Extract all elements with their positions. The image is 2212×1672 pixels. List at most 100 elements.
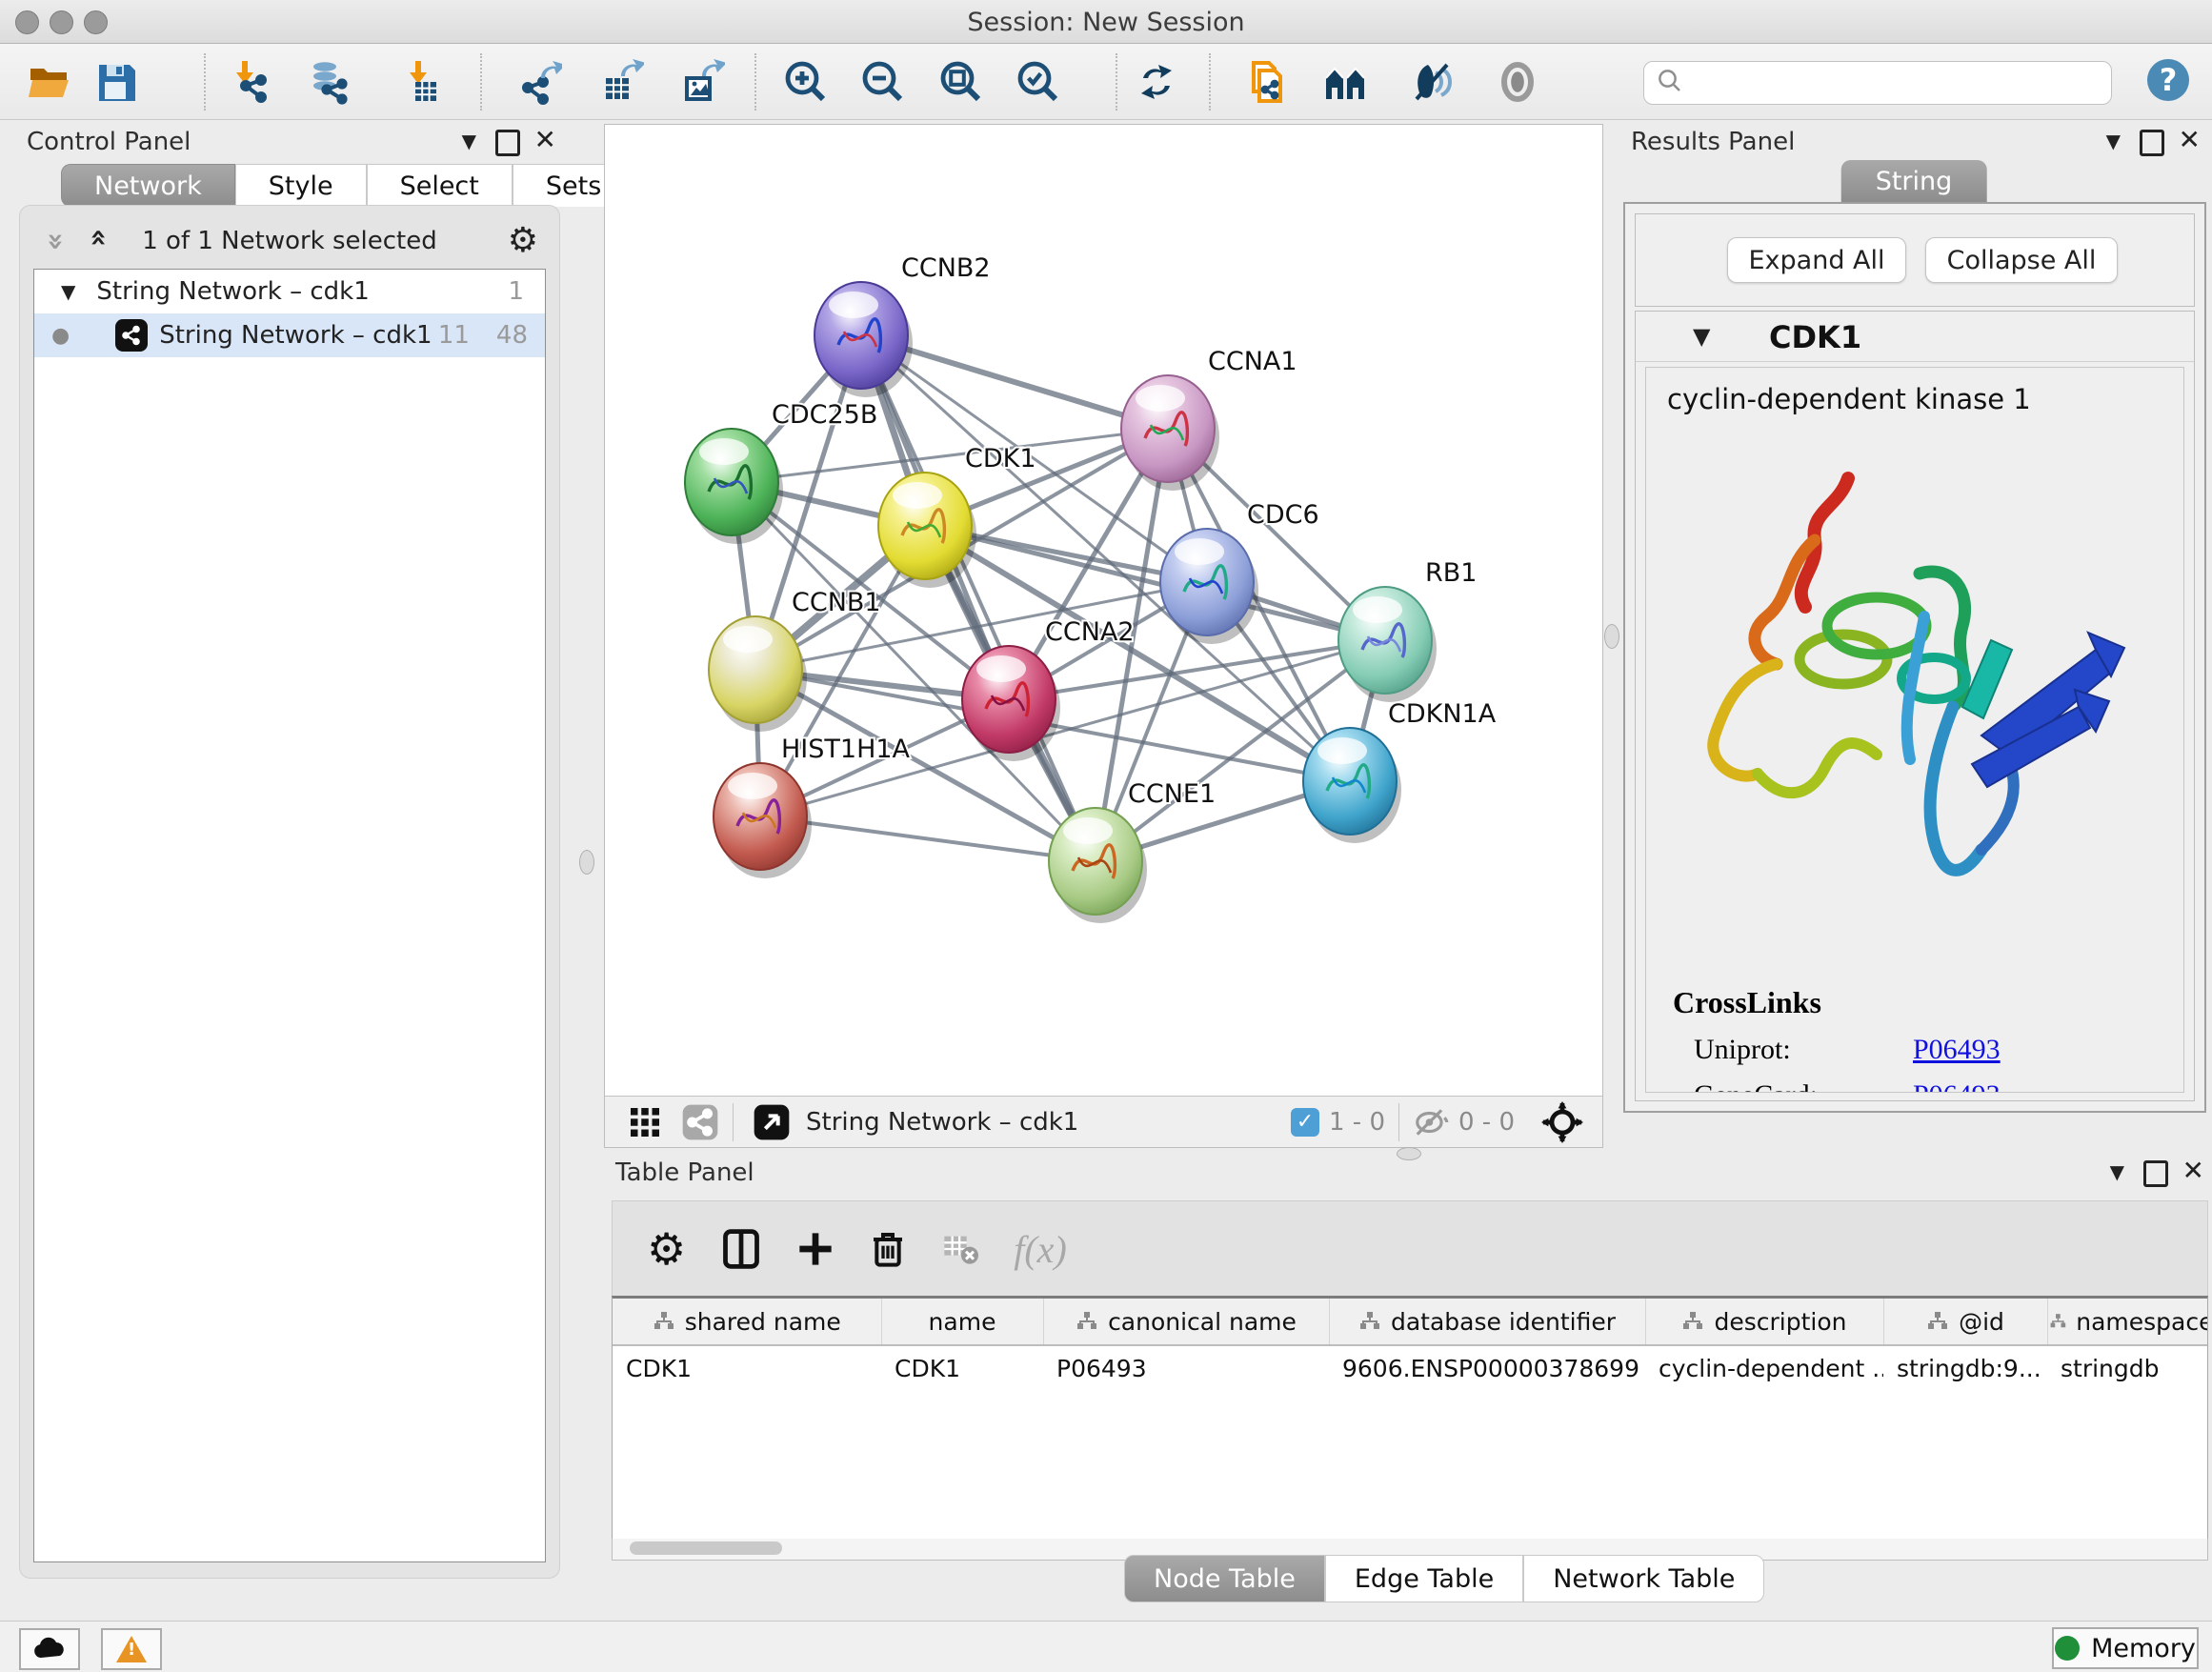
hide-unhide-icon[interactable]: [1409, 59, 1455, 105]
network-node-ccnb2[interactable]: CCNB2: [814, 253, 991, 397]
column-header-id[interactable]: @id: [1883, 1299, 2047, 1345]
panel-close-icon[interactable]: ✕: [2182, 1155, 2204, 1186]
network-row[interactable]: ● String Network – cdk1 11 48: [34, 313, 545, 357]
export-table-icon[interactable]: [598, 59, 644, 105]
tab-string[interactable]: String: [1841, 160, 1987, 202]
zoom-out-icon[interactable]: [860, 59, 906, 105]
crosslink-row: GeneCard: P06493: [1673, 1079, 2184, 1093]
export-network-icon[interactable]: [516, 59, 562, 105]
tab-style[interactable]: Style: [235, 164, 367, 207]
hidden-eye-slash-icon[interactable]: [1413, 1104, 1449, 1140]
splitter-handle[interactable]: [1604, 624, 1619, 649]
tab-select[interactable]: Select: [367, 164, 513, 207]
collection-expand-icon[interactable]: ▼: [61, 280, 75, 303]
network-node-hist1h1a[interactable]: HIST1H1A: [714, 735, 911, 878]
network-node-cdc6[interactable]: CDC6: [1160, 500, 1319, 644]
network-node-rb1[interactable]: RB1: [1338, 558, 1477, 702]
section-collapse-icon[interactable]: ▼: [1693, 323, 1710, 350]
node-table[interactable]: shared name name canonical name database…: [612, 1296, 2208, 1543]
search-input[interactable]: [1643, 61, 2112, 105]
toolbar-separator: [1398, 1103, 1399, 1141]
cloud-status-button[interactable]: [19, 1628, 80, 1670]
panel-menu-icon[interactable]: ▼: [462, 130, 476, 152]
cell-shared-name[interactable]: CDK1: [613, 1345, 881, 1390]
network-edge[interactable]: [861, 335, 1096, 861]
node-result-header[interactable]: ▼ CDK1: [1636, 312, 2194, 362]
expand-all-button[interactable]: Expand All: [1727, 237, 1906, 283]
import-network-database-icon[interactable]: [306, 59, 352, 105]
splitter-handle[interactable]: [579, 850, 594, 875]
refresh-layout-icon[interactable]: [1134, 59, 1179, 105]
panel-float-icon[interactable]: [495, 130, 520, 162]
cell-canonical-name[interactable]: P06493: [1043, 1345, 1329, 1390]
import-table-icon[interactable]: [398, 59, 444, 105]
crosslink-label: GeneCard:: [1694, 1079, 1913, 1093]
warnings-button[interactable]: [101, 1628, 162, 1670]
string-app-icon[interactable]: [1322, 59, 1368, 105]
panel-close-icon[interactable]: ✕: [2179, 124, 2201, 155]
import-network-file-icon[interactable]: [229, 59, 274, 105]
grid-view-icon[interactable]: [628, 1105, 662, 1139]
panel-float-icon[interactable]: [2143, 1160, 2168, 1193]
birds-eye-view-icon[interactable]: [753, 1103, 791, 1141]
panel-close-icon[interactable]: ✕: [534, 124, 556, 155]
function-builder-icon[interactable]: f(x): [1014, 1227, 1067, 1272]
memory-button[interactable]: Memory: [2052, 1627, 2199, 1669]
panel-float-icon[interactable]: [2140, 130, 2164, 162]
create-column-plus-icon[interactable]: [796, 1230, 835, 1268]
network-node-ccne1[interactable]: CCNE1: [1049, 779, 1216, 923]
column-header-name[interactable]: name: [881, 1299, 1043, 1345]
column-header-description[interactable]: description: [1645, 1299, 1883, 1345]
node-label-rb1: RB1: [1425, 558, 1477, 588]
gray-eye-icon[interactable]: [1495, 59, 1540, 105]
hidden-nodes-edges-count: 0 - 0: [1458, 1108, 1515, 1137]
network-view-panel: CCNB2CCNA1CDC25BCDK1CDC6RB1CCNB1CCNA2CDK…: [604, 124, 1603, 1148]
save-session-icon[interactable]: [93, 59, 139, 105]
tab-network[interactable]: Network: [61, 164, 235, 207]
table-options-gear-icon[interactable]: ⚙: [647, 1223, 686, 1275]
cell-namespace[interactable]: stringdb: [2047, 1345, 2208, 1390]
open-session-icon[interactable]: [27, 59, 72, 105]
network-view-share-icon[interactable]: [681, 1103, 719, 1141]
tab-node-table[interactable]: Node Table: [1124, 1555, 1325, 1602]
scrollbar-thumb[interactable]: [630, 1541, 782, 1555]
tab-edge-table[interactable]: Edge Table: [1325, 1555, 1523, 1602]
zoom-in-icon[interactable]: [783, 59, 829, 105]
crosslink-link[interactable]: P06493: [1913, 1079, 2001, 1093]
clone-network-icon[interactable]: [1244, 59, 1290, 105]
network-selected-status: 1 of 1 Network selected: [20, 227, 559, 255]
cell-database-identifier[interactable]: 9606.ENSP00000378699: [1329, 1345, 1645, 1390]
network-node-cdkn1a[interactable]: CDKN1A: [1303, 699, 1497, 843]
column-header-canonical-name[interactable]: canonical name: [1043, 1299, 1329, 1345]
help-icon[interactable]: ?: [2145, 57, 2191, 103]
tab-network-table[interactable]: Network Table: [1523, 1555, 1764, 1602]
collapse-all-button[interactable]: Collapse All: [1925, 237, 2118, 283]
cell-name[interactable]: CDK1: [881, 1345, 1043, 1390]
column-header-database-identifier[interactable]: database identifier: [1329, 1299, 1645, 1345]
export-image-icon[interactable]: [679, 59, 725, 105]
network-canvas[interactable]: CCNB2CCNA1CDC25BCDK1CDC6RB1CCNB1CCNA2CDK…: [605, 125, 1600, 1095]
zoom-selected-icon[interactable]: [1016, 59, 1061, 105]
delete-column-trash-icon[interactable]: [869, 1230, 907, 1268]
selected-count-checkbox-icon[interactable]: ✓: [1291, 1108, 1319, 1137]
zoom-fit-icon[interactable]: [938, 59, 984, 105]
crosslink-link[interactable]: P06493: [1913, 1034, 2001, 1066]
network-node-ccna2[interactable]: CCNA2: [962, 617, 1135, 761]
cell-description[interactable]: cyclin-dependent ...: [1645, 1345, 1883, 1390]
network-tree: ▼ String Network – cdk1 1 ● String Netwo…: [33, 269, 546, 1562]
panel-menu-icon[interactable]: ▼: [2106, 130, 2121, 152]
network-options-gear-icon[interactable]: ⚙: [508, 221, 538, 260]
network-node-ccnb1[interactable]: CCNB1: [709, 588, 881, 732]
column-header-shared-name[interactable]: shared name: [613, 1299, 881, 1345]
node-label-ccne1: CCNE1: [1128, 779, 1216, 809]
column-header-namespace[interactable]: namespace: [2047, 1299, 2208, 1345]
network-collection-row[interactable]: ▼ String Network – cdk1 1: [34, 270, 545, 313]
panel-menu-icon[interactable]: ▼: [2110, 1160, 2124, 1183]
delete-table-icon[interactable]: [941, 1230, 979, 1268]
cell-id[interactable]: stringdb:9...: [1883, 1345, 2047, 1390]
table-row[interactable]: CDK1 CDK1 P06493 9606.ENSP00000378699 cy…: [613, 1345, 2208, 1390]
fit-selected-crosshair-icon[interactable]: [1541, 1101, 1583, 1143]
show-columns-icon[interactable]: [720, 1228, 762, 1270]
network-node-ccna1[interactable]: CCNA1: [1121, 347, 1297, 491]
svg-text:?: ?: [2160, 62, 2178, 98]
